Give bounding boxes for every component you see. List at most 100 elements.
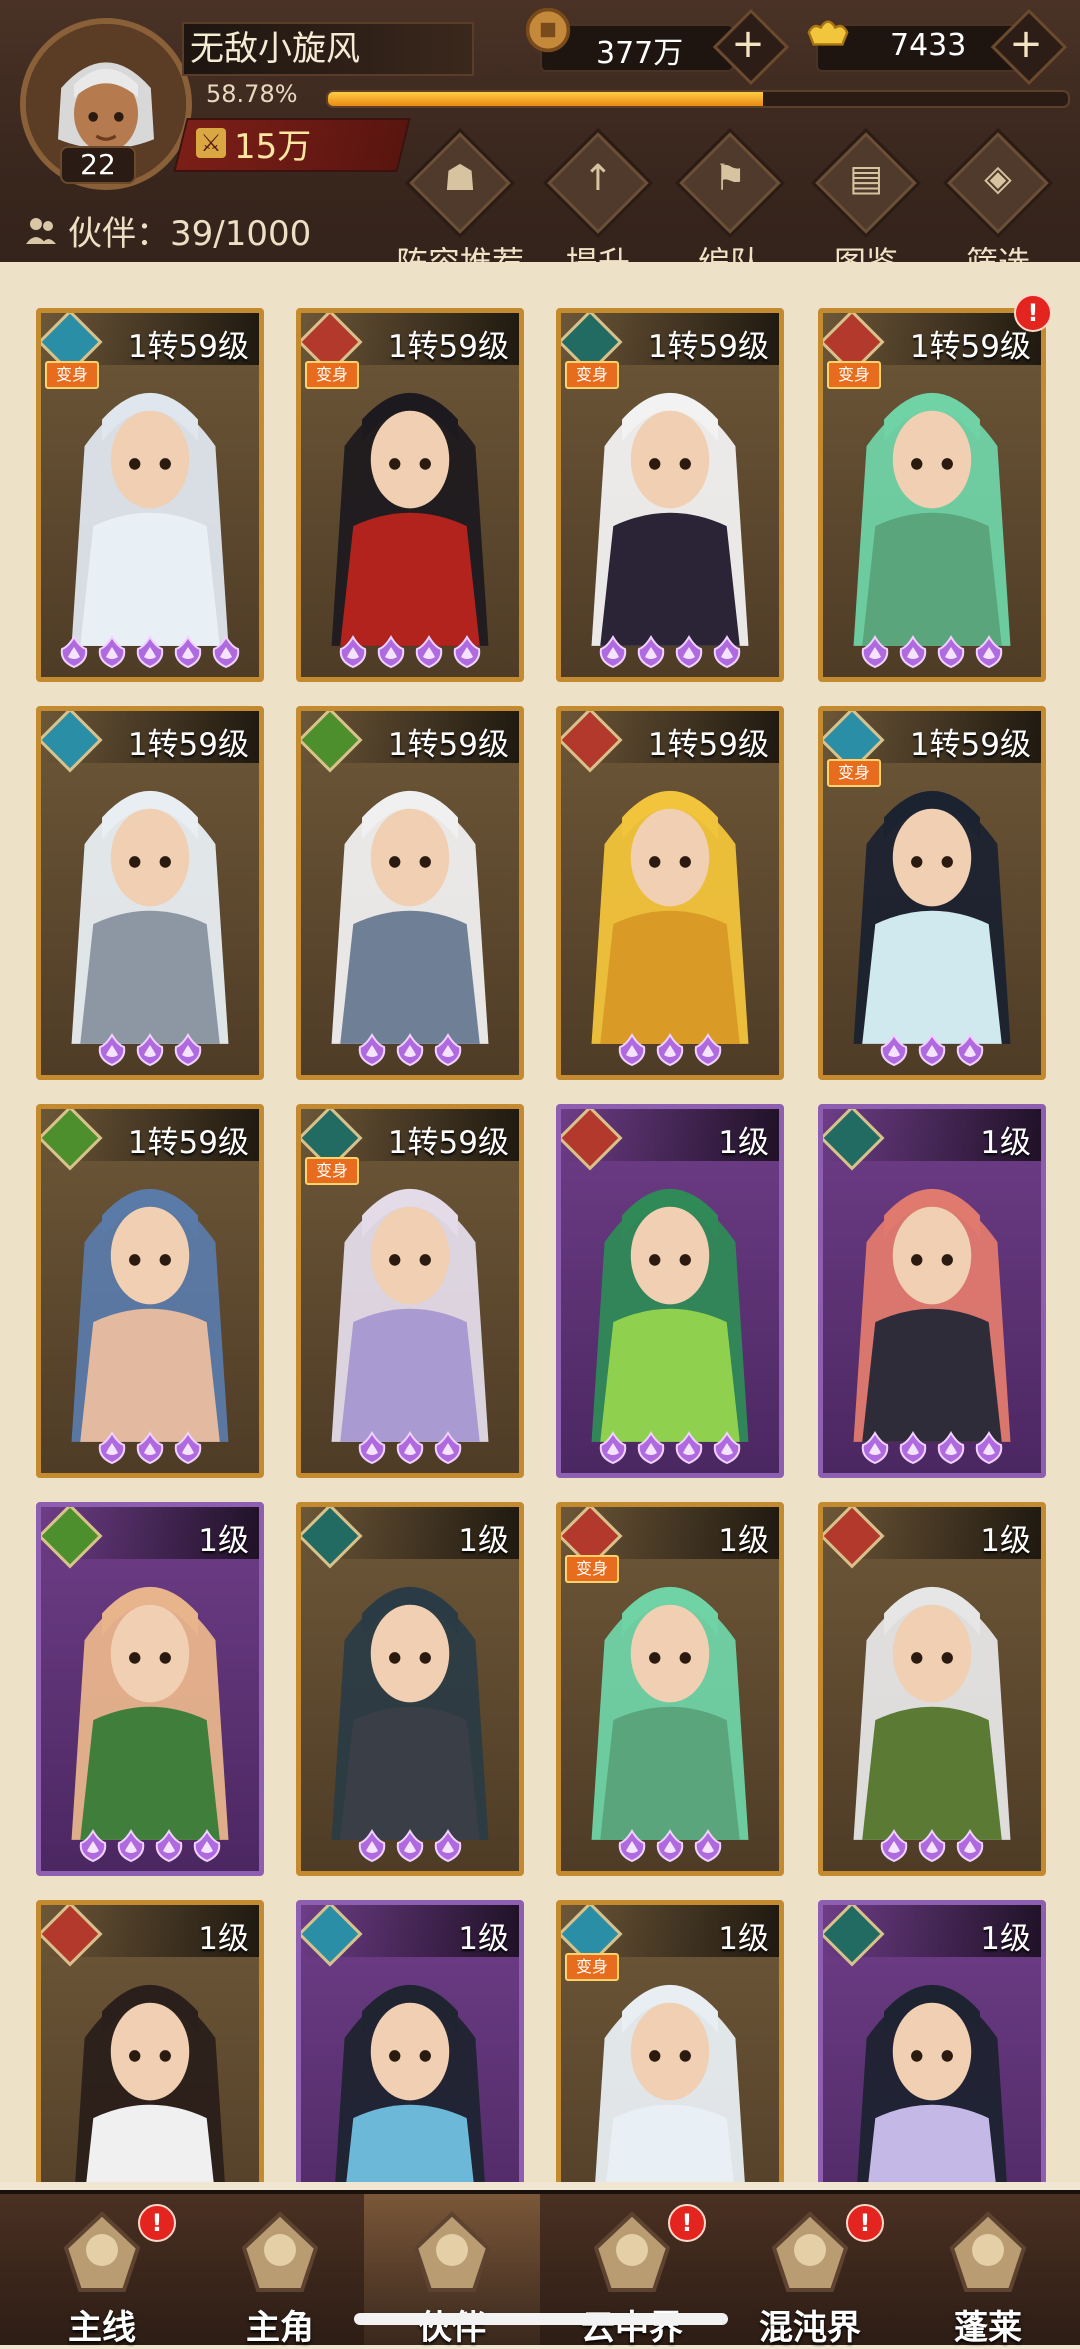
star-icon — [656, 1033, 684, 1067]
chaos-icon — [771, 2211, 849, 2292]
star-icon — [79, 1829, 107, 1863]
star-icon — [694, 1829, 722, 1863]
star-icon — [453, 635, 481, 669]
star-icon — [713, 635, 741, 669]
star-icon — [434, 1033, 462, 1067]
partner-card[interactable]: 1级 — [818, 1104, 1046, 1478]
star-row — [41, 1431, 259, 1465]
star-row — [561, 1829, 779, 1863]
star-icon — [918, 1829, 946, 1863]
partner-card[interactable]: 1级 — [556, 1104, 784, 1478]
star-row — [41, 1033, 259, 1067]
combat-power-icon: ⚔ — [196, 128, 226, 158]
star-row — [823, 1033, 1041, 1067]
star-icon — [136, 1033, 164, 1067]
combat-power-value: 15万 — [234, 126, 312, 167]
star-row — [561, 1431, 779, 1465]
star-icon — [618, 1033, 646, 1067]
card-level: 1转59级 — [127, 1125, 249, 1161]
card-level: 1转59级 — [127, 727, 249, 763]
transform-badge: 变身 — [305, 361, 359, 389]
nav-label: 主角 — [246, 2308, 314, 2348]
star-row — [301, 1033, 519, 1067]
partner-card[interactable]: 1转59级 — [296, 706, 524, 1080]
star-icon — [599, 635, 627, 669]
nav-tab-4[interactable]: 混沌界! — [722, 2194, 898, 2348]
partner-card[interactable]: 1级变身 — [556, 1502, 784, 1876]
star-icon — [136, 1431, 164, 1465]
partner-card[interactable]: 1级 — [36, 1502, 264, 1876]
transform-badge: 变身 — [565, 1555, 619, 1583]
partner-card[interactable]: 1转59级 变身 — [556, 308, 784, 682]
partner-grid[interactable]: 1转59级 变身 1转59级 变身 1转59级 变身 1转59级 变身! 1转59级 1转59级 1… — [0, 262, 1080, 2182]
star-icon — [656, 1829, 684, 1863]
star-icon — [396, 1431, 424, 1465]
star-icon — [899, 1431, 927, 1465]
partner-card[interactable]: 1级变身 — [556, 1900, 784, 2182]
star-row — [301, 635, 519, 669]
star-icon — [675, 1431, 703, 1465]
partner-card[interactable]: 1转59级 变身 — [36, 308, 264, 682]
star-icon — [434, 1431, 462, 1465]
star-icon — [174, 635, 202, 669]
star-icon — [637, 635, 665, 669]
partner-card[interactable]: 1转59级 — [556, 706, 784, 1080]
card-level: 1级 — [980, 1523, 1031, 1559]
star-icon — [675, 635, 703, 669]
star-icon — [98, 1033, 126, 1067]
partner-icon — [413, 2211, 491, 2292]
star-row — [41, 1829, 259, 1863]
card-level: 1级 — [198, 1921, 249, 1957]
star-icon — [937, 1431, 965, 1465]
alert-badge-icon: ! — [846, 2204, 884, 2242]
card-level: 1级 — [718, 1921, 769, 1957]
star-icon — [975, 1431, 1003, 1465]
transform-badge: 变身 — [827, 361, 881, 389]
card-level: 1转59级 — [387, 329, 509, 365]
star-icon — [98, 635, 126, 669]
star-icon — [117, 1829, 145, 1863]
partner-card[interactable]: 1级 — [818, 1900, 1046, 2182]
star-icon — [956, 1829, 984, 1863]
transform-badge: 变身 — [565, 1953, 619, 1981]
partner-card[interactable]: 1转59级 变身 — [296, 308, 524, 682]
partner-card[interactable]: 1转59级 变身 — [818, 706, 1046, 1080]
star-icon — [637, 1431, 665, 1465]
partner-card[interactable]: 1转59级 变身 — [818, 308, 1046, 682]
partner-card[interactable]: 1转59级 变身 — [296, 1104, 524, 1478]
star-icon — [136, 635, 164, 669]
star-icon — [174, 1033, 202, 1067]
partner-card[interactable]: 1转59级 — [36, 706, 264, 1080]
partner-card[interactable]: 1级 — [296, 1502, 524, 1876]
card-level: 1转59级 — [909, 329, 1031, 365]
star-icon — [358, 1033, 386, 1067]
gold-amount: 7433 — [890, 28, 967, 63]
star-icon — [956, 1033, 984, 1067]
partner-card[interactable]: 1转59级 — [36, 1104, 264, 1478]
partner-card[interactable]: 1级 — [36, 1900, 264, 2182]
star-icon — [880, 1033, 908, 1067]
nav-tab-5[interactable]: 蓬莱 — [900, 2194, 1076, 2348]
nav-tab-0[interactable]: 主线! — [14, 2194, 190, 2348]
transform-badge: 变身 — [827, 759, 881, 787]
star-icon — [937, 635, 965, 669]
star-icon — [415, 635, 443, 669]
top-status-bar: 22 无敌小旋风 58.78% ⚔ 15万 377万 + 7433 + 伙伴：3… — [0, 0, 1080, 282]
nav-label: 蓬莱 — [954, 2308, 1022, 2348]
transform-badge: 变身 — [45, 361, 99, 389]
home-indicator — [354, 2313, 728, 2325]
star-icon — [377, 635, 405, 669]
nav-tab-1[interactable]: 主角 — [192, 2194, 368, 2348]
star-icon — [880, 1829, 908, 1863]
star-icon — [396, 1033, 424, 1067]
partner-count: 伙伴：39/1000 — [24, 206, 311, 255]
partner-card[interactable]: 1级 — [818, 1502, 1046, 1876]
transform-badge: 变身 — [565, 361, 619, 389]
star-icon — [60, 635, 88, 669]
gold-ingot-icon — [807, 20, 849, 46]
card-level: 1级 — [718, 1523, 769, 1559]
star-icon — [975, 635, 1003, 669]
card-level: 1级 — [458, 1921, 509, 1957]
coin-amount: 377万 — [596, 36, 684, 71]
partner-card[interactable]: 1级 — [296, 1900, 524, 2182]
